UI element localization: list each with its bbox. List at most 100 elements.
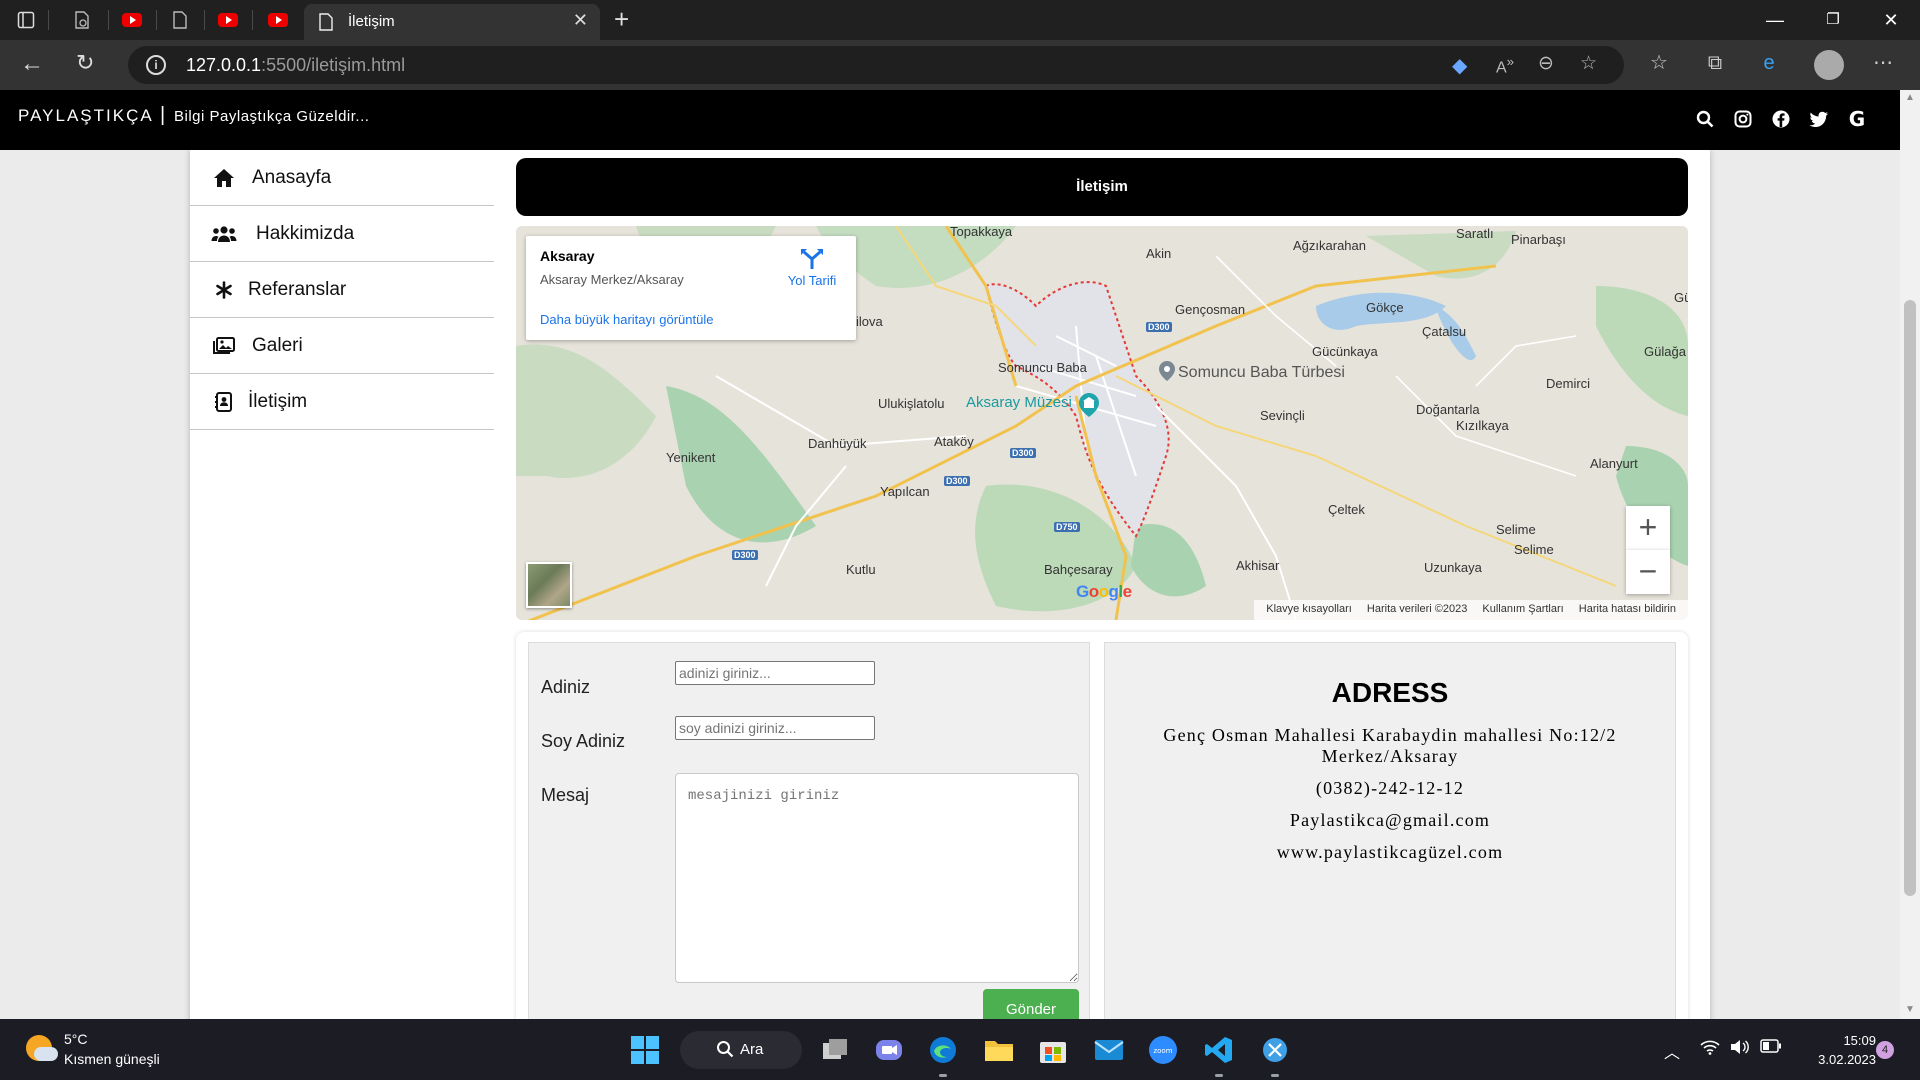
running-indicator [1271, 1074, 1279, 1077]
map-place-card: Aksaray Aksaray Merkez/Aksaray Daha büyü… [526, 236, 856, 340]
svg-text:zoom: zoom [1153, 1047, 1172, 1055]
sidebar-item-iletisim[interactable]: İletişim [190, 374, 494, 430]
sidebar-item-referanslar[interactable]: Referanslar [190, 262, 494, 318]
address-bar-row: ← ↻ i 127.0.0.1:5500/iletişim.html ◆ A» … [0, 40, 1920, 90]
zoom-app-icon[interactable]: zoom [1146, 1033, 1180, 1067]
terms-link[interactable]: Kullanım Şartları [1482, 603, 1563, 615]
microsoft-store-icon[interactable] [1036, 1033, 1070, 1067]
edge-browser-icon[interactable] [926, 1033, 960, 1067]
snipping-tool-icon[interactable] [1258, 1033, 1292, 1067]
volume-icon[interactable] [1730, 1039, 1750, 1060]
landmark-pin-icon[interactable] [1158, 360, 1176, 382]
map-label: Demirci [1546, 376, 1591, 391]
tab-actions-icon[interactable] [14, 8, 38, 32]
wifi-icon[interactable] [1700, 1039, 1720, 1060]
sidebar-item-galeri[interactable]: Galeri [190, 318, 494, 374]
zoom-out-icon[interactable]: ⊖ [1538, 52, 1554, 75]
message-textarea[interactable] [675, 773, 1079, 983]
map-label: Sevinçli [1260, 408, 1305, 423]
sidebar-item-anasayfa[interactable]: Anasayfa [190, 150, 494, 206]
submit-button[interactable]: Gönder [983, 989, 1079, 1019]
close-tab-icon[interactable]: ✕ [573, 10, 588, 31]
youtube-tab-icon[interactable] [266, 8, 290, 32]
map-label[interactable]: Aksaray Müzesi [966, 394, 1072, 411]
site-info-icon[interactable]: i [146, 55, 166, 75]
keyboard-shortcuts-link[interactable]: Klavye kısayolları [1266, 603, 1352, 615]
start-icon[interactable] [628, 1033, 662, 1067]
name-input[interactable] [675, 661, 875, 685]
taskbar-search[interactable]: Ara [680, 1031, 802, 1069]
youtube-tab-icon[interactable] [120, 8, 144, 32]
road-shield: D300 [732, 550, 758, 560]
back-icon[interactable]: ← [20, 50, 44, 78]
mail-icon[interactable] [1092, 1033, 1126, 1067]
vscode-icon[interactable] [1202, 1033, 1236, 1067]
map-label: Yenikent [666, 450, 716, 465]
contact-form: Adiniz Soy Adiniz Mesaj Gönder [528, 642, 1090, 1019]
map-label: Uzunkaya [1424, 560, 1482, 575]
map-label: Somuncu Baba [998, 360, 1087, 375]
new-tab-icon[interactable]: + [614, 4, 629, 35]
teams-chat-icon[interactable] [872, 1033, 906, 1067]
site-header: PAYLAŞTIKÇA | Bilgi Paylaştıkça Güzeldir… [0, 90, 1900, 150]
document-tab-icon[interactable] [168, 8, 192, 32]
larger-map-link[interactable]: Daha büyük haritayı görüntüle [540, 312, 713, 327]
clock[interactable]: 15:09 3.02.2023 [1800, 1031, 1876, 1069]
tab-favicon-page-icon[interactable] [70, 8, 94, 32]
sidebar-item-hakkimizda[interactable]: Hakkimizda [190, 206, 494, 262]
page-scrollbar[interactable]: ▲ ▼ [1900, 90, 1920, 1019]
surname-input[interactable] [675, 716, 875, 740]
refresh-icon[interactable]: ↻ [76, 50, 94, 76]
minimize-icon[interactable]: — [1760, 6, 1790, 34]
directions-button[interactable]: Yol Tarifi [784, 248, 840, 288]
instagram-icon[interactable] [1730, 106, 1756, 132]
url-bar[interactable]: i 127.0.0.1:5500/iletişim.html ◆ A» ⊖ ☆ [128, 46, 1624, 84]
map-label: Kızılkaya [1456, 418, 1509, 433]
active-tab-title: İletişim [348, 13, 395, 30]
close-window-icon[interactable]: ✕ [1876, 6, 1906, 34]
map-label: Kutlu [846, 562, 876, 577]
add-favorite-icon[interactable]: ☆ [1580, 52, 1597, 75]
site-brand[interactable]: PAYLAŞTIKÇA [18, 106, 154, 126]
satellite-view-toggle[interactable] [526, 562, 572, 608]
youtube-tab-icon[interactable] [216, 8, 240, 32]
battery-icon[interactable] [1760, 1039, 1782, 1058]
browser-tab-bar: İletişim ✕ + — ❐ ✕ [0, 0, 1920, 40]
map-label: Gü [1674, 290, 1688, 305]
search-icon[interactable] [1692, 106, 1718, 132]
museum-pin-icon[interactable] [1078, 392, 1100, 418]
google-logo: Google [1076, 582, 1132, 601]
brand-separator: | [160, 104, 166, 126]
url-text[interactable]: 127.0.0.1:5500/iletişim.html [186, 55, 405, 76]
map-label[interactable]: Somuncu Baba Türbesi [1178, 364, 1345, 382]
map-label: Topakkaya [950, 226, 1013, 239]
map-label: Selime [1514, 542, 1554, 557]
address-line: Merkez/Aksaray [1321, 746, 1459, 766]
google-icon[interactable]: G [1844, 106, 1870, 132]
facebook-icon[interactable] [1768, 106, 1794, 132]
collections-icon[interactable]: ⧉ [1702, 50, 1728, 76]
map-zoom-in-button[interactable]: + [1626, 506, 1670, 550]
file-explorer-icon[interactable] [982, 1033, 1016, 1067]
scrollbar-thumb[interactable] [1904, 300, 1916, 896]
show-hidden-icons-icon[interactable]: ︿ [1664, 1039, 1680, 1063]
profile-avatar[interactable] [1814, 50, 1844, 80]
embedded-map[interactable]: Topakkaya Akin Ağzıkarahan Saratlı Pinar… [516, 226, 1688, 620]
task-view-icon[interactable] [818, 1033, 852, 1067]
restore-icon[interactable]: ❐ [1818, 6, 1848, 34]
page-icon [318, 13, 334, 36]
map-label: Akhisar [1236, 558, 1280, 573]
notification-badge[interactable]: 4 [1876, 1041, 1894, 1059]
report-error-link[interactable]: Harita hatası bildirin [1579, 603, 1676, 615]
read-aloud-icon[interactable]: A» [1496, 54, 1514, 77]
favorites-icon[interactable]: ☆ [1646, 50, 1672, 76]
twitter-icon[interactable] [1806, 106, 1832, 132]
map-zoom-out-button[interactable]: − [1626, 550, 1670, 594]
asterisk-icon [210, 280, 238, 299]
more-menu-icon[interactable]: ⋯ [1870, 50, 1896, 76]
internet-explorer-mode-icon[interactable]: e [1756, 50, 1782, 76]
map-label: Çatalsu [1422, 324, 1467, 339]
page-container: Anasayfa Hakkimizda Referanslar Galeri İ… [190, 150, 1710, 1019]
coupon-tag-icon[interactable]: ◆ [1452, 53, 1467, 78]
active-tab[interactable]: İletişim ✕ [304, 4, 600, 40]
